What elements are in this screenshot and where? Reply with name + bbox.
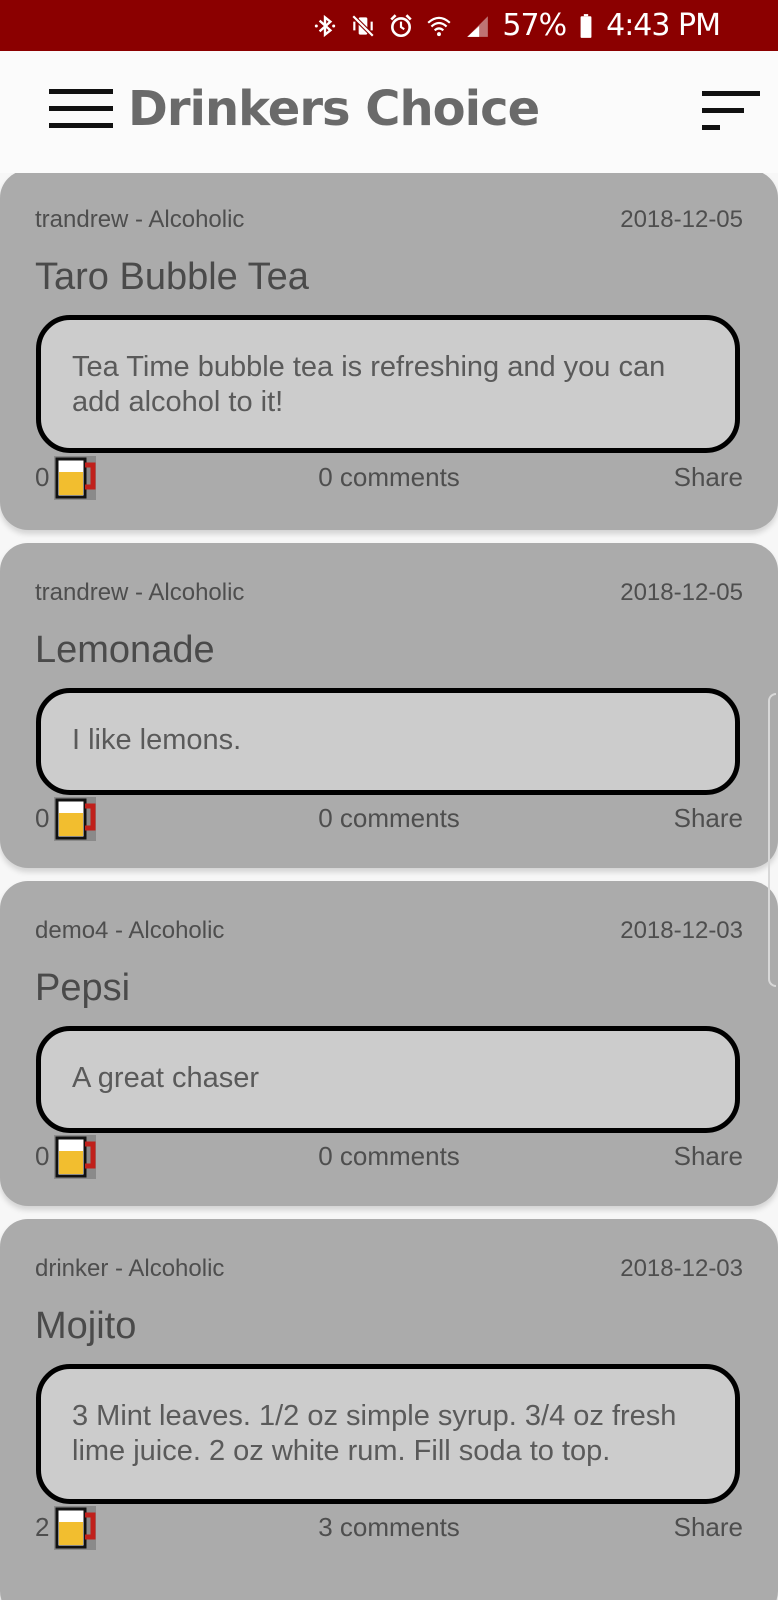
post-footer: 0 0 comments Share	[35, 1135, 743, 1179]
post-body: A great chaser	[36, 1026, 740, 1133]
post-body: 3 Mint leaves. 1/2 oz simple syrup. 3/4 …	[36, 1364, 740, 1504]
post-date: 2018-12-03	[620, 917, 743, 944]
sort-icon[interactable]	[702, 91, 762, 131]
post-card[interactable]: drinker - Alcoholic 2018-12-03 Mojito 3 …	[0, 1219, 778, 1600]
hamburger-menu-icon[interactable]	[49, 89, 113, 129]
post-title: Lemonade	[35, 629, 215, 671]
clock: 4:43 PM	[606, 8, 721, 43]
post-title: Pepsi	[35, 967, 131, 1009]
post-card[interactable]: demo4 - Alcoholic 2018-12-03 Pepsi A gre…	[0, 881, 778, 1206]
post-author-category: demo4 - Alcoholic	[35, 917, 225, 944]
post-body: Tea Time bubble tea is refreshing and yo…	[36, 315, 740, 453]
post-footer: 0 0 comments Share	[35, 797, 743, 841]
post-author-category: trandrew - Alcoholic	[35, 206, 245, 233]
post-footer: 2 3 comments Share	[35, 1506, 743, 1550]
post-author-category: trandrew - Alcoholic	[35, 579, 245, 606]
page-title: Drinkers Choice	[128, 81, 540, 137]
scrollbar[interactable]	[768, 693, 776, 987]
status-bar: 57% 4:43 PM	[0, 0, 778, 51]
post-card[interactable]: trandrew - Alcoholic 2018-12-05 Lemonade…	[0, 543, 778, 868]
post-date: 2018-12-03	[620, 1255, 743, 1282]
wifi-icon	[426, 13, 452, 39]
post-title: Mojito	[35, 1305, 137, 1347]
share-link[interactable]: Share	[674, 1141, 743, 1172]
post-footer: 0 0 comments Share	[35, 456, 743, 500]
vibrate-mute-icon	[350, 13, 376, 39]
signal-icon	[464, 13, 490, 39]
battery-percent: 57%	[502, 8, 567, 43]
comments-link[interactable]: 3 comments	[35, 1512, 743, 1543]
comments-link[interactable]: 0 comments	[35, 462, 743, 493]
bluetooth-icon	[312, 13, 338, 39]
share-link[interactable]: Share	[674, 803, 743, 834]
post-card[interactable]: trandrew - Alcoholic 2018-12-05 Taro Bub…	[0, 173, 778, 530]
app-header: Drinkers Choice	[0, 51, 778, 173]
share-link[interactable]: Share	[674, 1512, 743, 1543]
alarm-icon	[388, 13, 414, 39]
post-body: I like lemons.	[36, 688, 740, 795]
post-feed[interactable]: trandrew - Alcoholic 2018-12-05 Taro Bub…	[0, 173, 778, 1600]
post-author-category: drinker - Alcoholic	[35, 1255, 225, 1282]
comments-link[interactable]: 0 comments	[35, 803, 743, 834]
battery-icon	[578, 13, 594, 39]
share-link[interactable]: Share	[674, 462, 743, 493]
post-date: 2018-12-05	[620, 579, 743, 606]
post-date: 2018-12-05	[620, 206, 743, 233]
post-title: Taro Bubble Tea	[35, 256, 309, 298]
comments-link[interactable]: 0 comments	[35, 1141, 743, 1172]
